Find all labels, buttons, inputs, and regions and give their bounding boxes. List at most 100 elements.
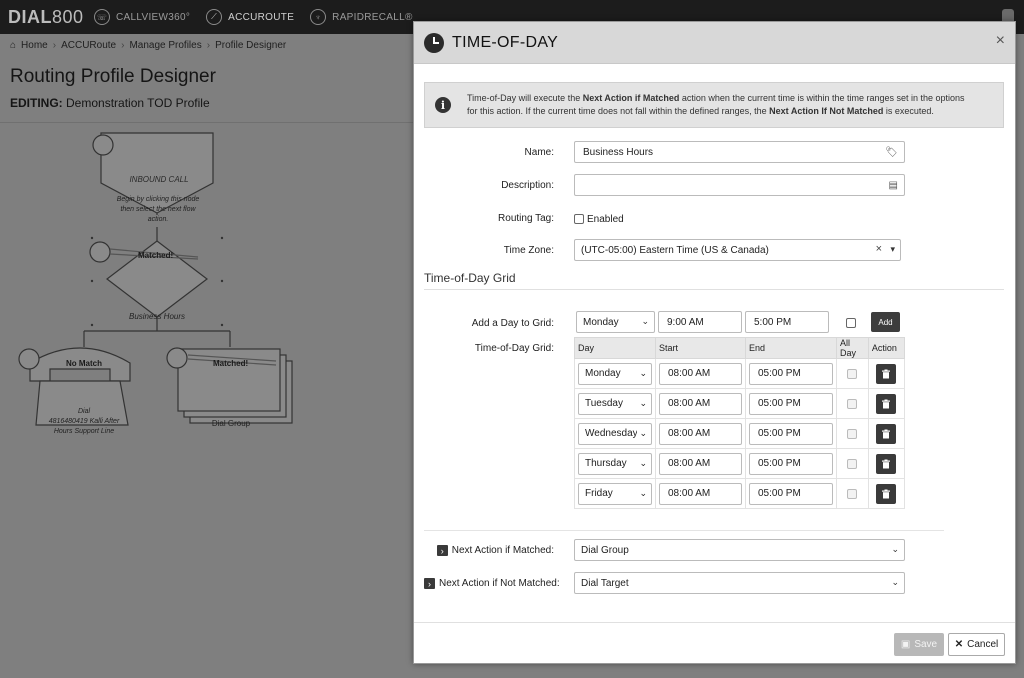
flow-canvas[interactable]: INBOUND CALL Begin by clicking this node… (0, 122, 414, 678)
phone-icon (18, 348, 40, 370)
all-day-checkbox[interactable] (847, 398, 858, 409)
add-button[interactable]: Add (871, 312, 900, 332)
start-time-input[interactable]: 08:00 AM (659, 452, 742, 475)
grid-label: Time-of-Day Grid: (474, 343, 554, 354)
info-text-part: Time-of-Day will execute the (467, 93, 583, 103)
inbound-text-line: then select the next flow (120, 206, 196, 213)
next-action-matched-label-wrap: › Next Action if Matched: (424, 545, 554, 556)
grid-header-row: Day Start End All Day Action (574, 337, 906, 359)
nav-rapidrecall[interactable]: ♆ RAPIDRECALL® (302, 0, 420, 34)
all-day-cell (836, 418, 869, 449)
dial-target-text: Dial 4816480419 Kalli After Hours Suppor… (34, 407, 134, 437)
modal-header: TIME-OF-DAY × (414, 22, 1015, 64)
end-time-input[interactable]: 05:00 PM (749, 482, 833, 505)
inbound-call-text: Begin by clicking this node then select … (104, 195, 212, 225)
info-alert: i Time-of-Day will execute the Next Acti… (424, 82, 1004, 128)
chevron-down-icon: ⌄ (891, 544, 899, 554)
breadcrumb-accuroute[interactable]: ACCURoute (61, 40, 116, 51)
all-day-cell (836, 388, 869, 419)
delete-button[interactable] (876, 363, 897, 384)
grid-header-all-day: All Day (836, 337, 869, 359)
time-of-day-modal: TIME-OF-DAY × i Time-of-Day will execute… (413, 21, 1016, 664)
next-action-not-matched-select[interactable]: Dial Target ⌄ (574, 572, 905, 594)
day-select[interactable]: Thursday ⌄ (578, 452, 652, 475)
day-select[interactable]: Monday ⌄ (578, 362, 652, 385)
breadcrumb-profile-designer: Profile Designer (215, 40, 287, 51)
start-cell: 08:00 AM (655, 448, 746, 479)
all-day-checkbox[interactable] (847, 368, 858, 379)
start-time-input[interactable]: 08:00 AM (659, 362, 742, 385)
day-select[interactable]: Wednesday ⌄ (578, 422, 652, 445)
add-end-time-input[interactable]: 5:00 PM (745, 311, 829, 333)
time-of-day-grid: Day Start End All Day Action Monday ⌄ 08:… (574, 337, 906, 509)
next-action-not-matched-value: Dial Target (581, 577, 629, 589)
end-time-input[interactable]: 05:00 PM (749, 452, 833, 475)
day-select[interactable]: Friday ⌄ (578, 482, 652, 505)
delete-button[interactable] (876, 453, 897, 474)
end-time-input[interactable]: 05:00 PM (749, 422, 833, 445)
cancel-button[interactable]: ✕ Cancel (948, 633, 1005, 656)
chevron-right-icon: › (424, 578, 435, 589)
delete-button[interactable] (876, 423, 897, 444)
add-all-day-checkbox[interactable] (846, 318, 856, 328)
all-day-checkbox[interactable] (847, 488, 858, 499)
end-value: 05:00 PM (758, 398, 801, 409)
delete-button[interactable] (876, 393, 897, 414)
dial800-logo[interactable]: DIAL800 (8, 7, 83, 28)
breadcrumb-home[interactable]: Home (21, 40, 48, 51)
table-row: Friday ⌄ 08:00 AM 05:00 PM (574, 478, 906, 509)
info-text-part: is executed. (883, 106, 934, 116)
info-text: Time-of-Day will execute the Next Action… (467, 92, 965, 118)
info-text-bold: Next Action If Not Matched (769, 106, 884, 116)
close-icon[interactable]: × (996, 32, 1005, 50)
nav-callview[interactable]: ☏ CALLVIEW360° (86, 0, 198, 34)
info-text-bold: Next Action if Matched (582, 93, 680, 103)
dial-text-line: Dial (77, 408, 91, 415)
inbound-text-line: action. (147, 216, 169, 223)
table-row: Monday ⌄ 08:00 AM 05:00 PM (574, 358, 906, 389)
chevron-down-icon: ⌄ (637, 427, 647, 439)
add-day-select[interactable]: Monday ⌄ (576, 311, 655, 333)
end-value: 05:00 PM (758, 458, 801, 469)
end-time-input[interactable]: 05:00 PM (749, 362, 833, 385)
matched-label-right: Matched! (213, 359, 249, 368)
time-zone-select[interactable]: (UTC-05:00) Eastern Time (US & Canada) ×… (574, 239, 901, 261)
nav-accuroute[interactable]: ⟋ ACCUROUTE (198, 0, 302, 34)
nav-callview-label: CALLVIEW360° (116, 11, 191, 23)
start-time-input[interactable]: 08:00 AM (659, 392, 742, 415)
all-day-checkbox[interactable] (847, 428, 858, 439)
breadcrumb-separator: › (121, 40, 125, 51)
matched-label-top: Matched! (138, 251, 174, 260)
grid-header-day: Day (574, 337, 656, 359)
section-title: Time-of-Day Grid (424, 271, 516, 285)
grid-header-start: Start (655, 337, 746, 359)
clear-icon[interactable]: × (876, 243, 882, 255)
end-time-input[interactable]: 05:00 PM (749, 392, 833, 415)
next-action-matched-select[interactable]: Dial Group ⌄ (574, 539, 905, 561)
add-start-value: 9:00 AM (667, 316, 704, 328)
grid-divider (424, 530, 944, 531)
start-time-input[interactable]: 08:00 AM (659, 482, 742, 505)
save-button[interactable]: ▣ Save (894, 633, 944, 656)
day-value: Monday (585, 368, 621, 379)
add-start-time-input[interactable]: 9:00 AM (658, 311, 742, 333)
breadcrumb-manage-profiles[interactable]: Manage Profiles (129, 40, 201, 51)
info-icon: i (435, 97, 451, 113)
start-time-input[interactable]: 08:00 AM (659, 422, 742, 445)
routing-tag-checkbox[interactable] (574, 214, 584, 224)
trash-icon (882, 369, 891, 378)
info-text-part: action when the current time is within t… (679, 93, 965, 103)
name-input[interactable]: Business Hours 🏷 (574, 141, 905, 163)
time-zone-value: (UTC-05:00) Eastern Time (US & Canada) (581, 244, 769, 256)
rapidrecall-icon: ♆ (310, 9, 327, 25)
description-input[interactable]: ▤ (574, 174, 905, 196)
day-value: Tuesday (585, 398, 623, 409)
action-cell (867, 448, 906, 479)
all-day-checkbox[interactable] (847, 458, 858, 469)
chevron-down-icon: ⌄ (639, 487, 647, 498)
all-day-cell (836, 448, 869, 479)
trash-icon (882, 459, 891, 468)
day-select[interactable]: Tuesday ⌄ (578, 392, 652, 415)
end-value: 05:00 PM (758, 488, 801, 499)
delete-button[interactable] (876, 483, 897, 504)
